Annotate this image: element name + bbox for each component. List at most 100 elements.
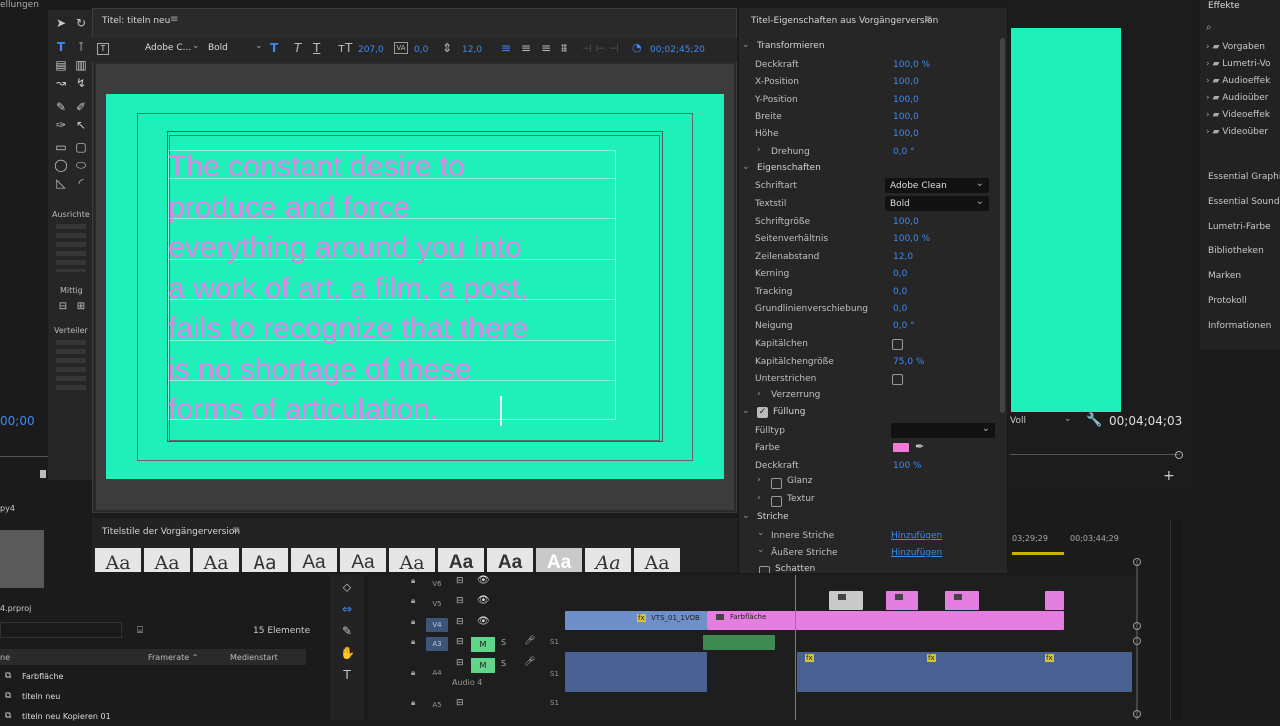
eye-icon[interactable]: 👁︎ [477, 595, 490, 606]
clipped-rect-tool-icon[interactable]: ⬭ [74, 158, 88, 172]
leading-value[interactable]: 12,0 [462, 45, 482, 55]
style-swatch[interactable]: Aa [438, 548, 484, 572]
lock-icon[interactable]: 🔒︎ [411, 698, 415, 708]
style-swatch[interactable]: Aa [340, 548, 386, 572]
effects-folder-item[interactable]: › ▰ Vorgaben [1206, 42, 1280, 52]
wrench-icon[interactable]: 🔧 [1086, 413, 1102, 428]
panel-tab-item[interactable]: Essential Sound [1208, 197, 1280, 207]
property-value[interactable]: 0,0 [893, 287, 907, 297]
center-horizontal-icon[interactable]: ⊟ [56, 300, 70, 314]
effects-folder-item[interactable]: › ▰ Videoeffek [1206, 110, 1280, 120]
sync-lock-icon[interactable]: ⊟ [456, 658, 464, 668]
distribute-buttons[interactable] [56, 340, 86, 390]
audio-clip-a4[interactable] [565, 652, 707, 692]
rotate-tool-icon[interactable]: ↻ [74, 16, 88, 30]
project-list-item[interactable]: ⧉ titeln neu Kopieren 01 [0, 708, 306, 726]
style-swatch[interactable]: Aa [291, 548, 337, 572]
scrubber-end-handle[interactable] [1175, 451, 1183, 459]
area-type-tool-icon[interactable]: ▤ [54, 58, 68, 72]
pen-tool-icon[interactable]: ✎ [340, 624, 354, 638]
lock-icon[interactable]: 🔒︎ [411, 596, 415, 606]
pen-tool-icon[interactable]: ✎ [54, 100, 68, 114]
align-right-icon[interactable]: ≡ [541, 41, 551, 55]
project-list-item[interactable]: ⧉ Farbfläche [0, 668, 306, 686]
effects-folder-item[interactable]: › ▰ Audioeffek [1206, 76, 1280, 86]
style-swatch[interactable]: Aa [144, 548, 190, 572]
track-label[interactable]: A5 [426, 698, 448, 712]
track-label[interactable]: V4 [426, 618, 448, 632]
ripple-edit-tool-icon[interactable]: ⇔ [340, 602, 354, 616]
inner-strokes-add[interactable]: Hinzufügen [891, 531, 942, 541]
fit-dropdown[interactable]: Voll ⌄ [1010, 414, 1074, 430]
clip-v5[interactable] [945, 591, 979, 610]
clip-v5[interactable] [1045, 591, 1064, 610]
arc-tool-icon[interactable]: ◜ [74, 176, 88, 190]
property-value[interactable]: 100,0 % [893, 234, 930, 244]
transform-value[interactable]: 100,0 [893, 129, 919, 139]
panel-tab-item[interactable]: Informationen [1208, 321, 1271, 331]
underline-icon[interactable]: T [313, 41, 320, 55]
titler-tab-title[interactable]: Titel: titeln neu [102, 16, 170, 26]
eye-icon[interactable]: 👁︎ [477, 575, 490, 586]
titler-timecode[interactable]: 00;02;45;20 [650, 45, 705, 55]
sync-lock-icon[interactable]: ⊟ [456, 698, 464, 708]
effects-folder-item[interactable]: › ▰ Audioüber [1206, 93, 1280, 103]
project-search-input[interactable] [0, 622, 122, 638]
font-family-dropdown[interactable]: Adobe C... ⌄ [145, 41, 201, 57]
mute-button[interactable]: M [471, 658, 495, 673]
eyedropper-icon[interactable]: ✒ [915, 440, 924, 453]
scroll-handle[interactable] [1133, 710, 1141, 718]
panel-tab-item[interactable]: Bibliotheken [1208, 246, 1264, 256]
style-dropdown[interactable]: Bold [885, 196, 989, 211]
style-swatch[interactable]: Aa [585, 548, 631, 572]
panel-tab-item[interactable]: Essential Graphics [1208, 172, 1280, 182]
add-button-icon[interactable]: + [1163, 468, 1175, 484]
col-mediastart-header[interactable]: Medienstart [230, 653, 278, 662]
bold-icon[interactable]: T [270, 41, 278, 55]
property-value[interactable]: 100,0 [893, 217, 919, 227]
smallcaps-checkbox[interactable] [892, 339, 903, 350]
transform-value[interactable]: 100,0 [893, 95, 919, 105]
transform-value[interactable]: 100,0 % [893, 60, 930, 70]
sync-lock-icon[interactable]: ⊟ [456, 596, 464, 606]
add-anchor-icon[interactable]: ✐ [74, 100, 88, 114]
vertical-path-type-icon[interactable]: ↯ [74, 76, 88, 90]
kerning-value[interactable]: 0,0 [414, 45, 428, 55]
type-tool-icon[interactable]: T [340, 668, 354, 682]
audio-clip-a3[interactable] [703, 635, 775, 650]
transform-value[interactable]: 0,0 ° [893, 147, 915, 157]
fill-opacity-value[interactable]: 100 % [893, 461, 922, 471]
lock-icon[interactable]: 🔒︎ [411, 576, 415, 586]
transform-value[interactable]: 100,0 [893, 112, 919, 122]
selection-tool-icon[interactable]: ➤ [54, 16, 68, 30]
center-vertical-icon[interactable]: ⊞ [74, 300, 88, 314]
texture-checkbox[interactable] [771, 496, 782, 507]
outer-strokes-add[interactable]: Hinzufügen [891, 548, 942, 558]
scroll-handle[interactable] [1133, 637, 1141, 645]
style-swatch[interactable]: Aa [634, 548, 680, 572]
track-label[interactable]: V6 [426, 577, 448, 591]
track-select-tool-icon[interactable]: ⬦ [340, 580, 354, 594]
hand-tool-icon[interactable]: ✋ [340, 646, 355, 660]
show-background-icon[interactable]: ◔ [632, 41, 642, 54]
sheen-checkbox[interactable] [771, 478, 782, 489]
style-swatch[interactable]: Aa [95, 548, 141, 572]
lock-icon[interactable]: 🔒︎ [411, 617, 415, 627]
solo-button[interactable]: S [501, 638, 506, 647]
project-list-item[interactable]: ⧉ titeln neu [0, 688, 306, 706]
source-scrubber[interactable] [0, 456, 48, 457]
underline-checkbox[interactable] [892, 374, 903, 385]
col-framerate-header[interactable]: Framerate ⌃ [148, 653, 198, 662]
style-swatch[interactable]: Aa [193, 548, 239, 572]
clip-v5[interactable] [829, 591, 863, 610]
vertical-type-tool-icon[interactable]: ⊺ [74, 40, 88, 54]
tab-stops-icon[interactable]: ⩩ [561, 41, 567, 56]
ellipse-tool-icon[interactable]: ◯ [54, 158, 68, 172]
clip-v5[interactable] [886, 591, 918, 610]
transform-value[interactable]: 100,0 [893, 77, 919, 87]
align-left-icon[interactable]: ≡ [501, 41, 511, 55]
smallcaps-size-value[interactable]: 75,0 % [893, 357, 924, 367]
property-value[interactable]: 0,0 [893, 304, 907, 314]
lock-icon[interactable]: 🔒︎ [411, 668, 415, 678]
panel-menu-icon[interactable]: ≡ [232, 525, 240, 536]
